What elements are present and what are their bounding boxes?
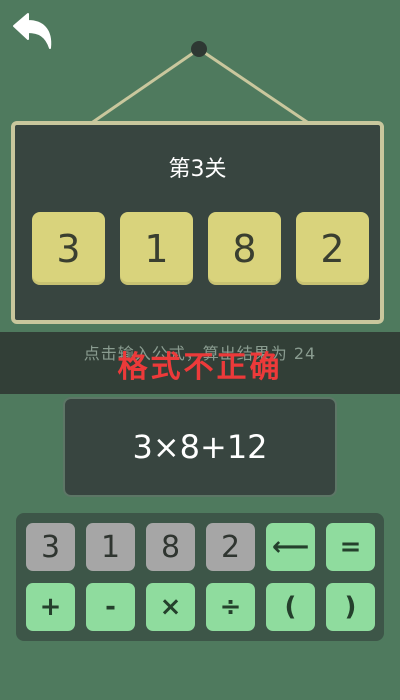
error-message: 格式不正确 (117, 350, 283, 385)
number-card: 3 (32, 212, 105, 285)
plus-key[interactable]: + (26, 583, 75, 631)
divide-key[interactable]: ÷ (206, 583, 255, 631)
board-hanger (89, 41, 311, 126)
pin-icon (191, 41, 207, 57)
level-title: 第3关 (168, 157, 227, 182)
number-key[interactable]: 3 (26, 523, 75, 571)
close-paren-key[interactable]: ) (326, 583, 375, 631)
number-card: 2 (296, 212, 369, 285)
number-key[interactable]: 2 (206, 523, 255, 571)
number-key[interactable]: 1 (86, 523, 135, 571)
number-key[interactable]: 8 (146, 523, 195, 571)
message-banner: 点击输入公式，算出结果为 24 格式不正确 (0, 332, 400, 394)
formula-display: 3×8+12 (63, 397, 337, 497)
equals-button[interactable]: = (326, 523, 375, 571)
open-paren-key[interactable]: ( (266, 583, 315, 631)
formula-text: 3×8+12 (132, 428, 268, 466)
backspace-icon: ⟵ (271, 532, 310, 562)
number-card: 8 (208, 212, 281, 285)
number-card: 1 (120, 212, 193, 285)
multiply-key[interactable]: × (146, 583, 195, 631)
level-board: 第3关 3 1 8 2 (11, 121, 384, 324)
keypad: 3 1 8 2 ⟵ = + - × ÷ ( ) (16, 513, 384, 641)
backspace-button[interactable]: ⟵ (266, 523, 315, 571)
minus-key[interactable]: - (86, 583, 135, 631)
